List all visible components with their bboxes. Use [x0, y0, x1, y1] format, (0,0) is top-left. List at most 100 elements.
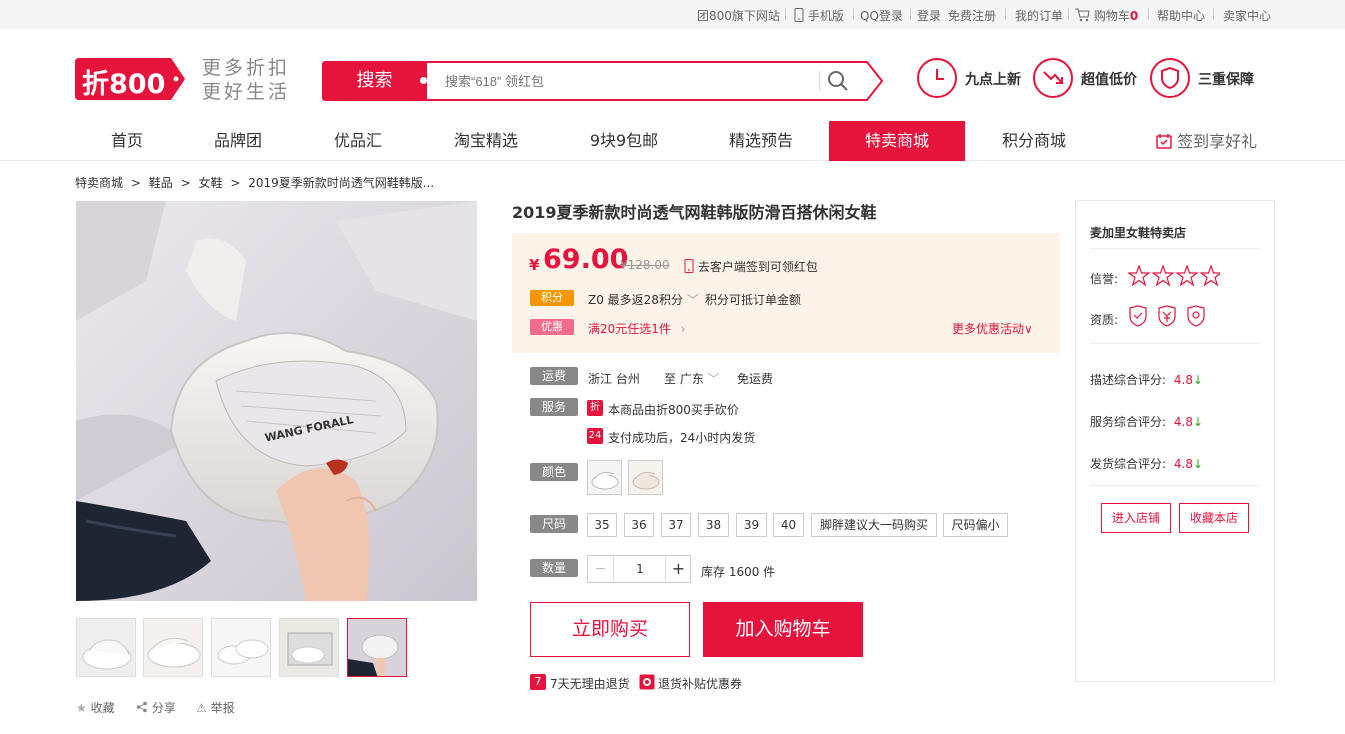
share-button[interactable]: 分享 [136, 699, 176, 716]
help-center-link[interactable]: 帮助中心 [1157, 7, 1205, 24]
phone-icon [794, 8, 804, 22]
mobile-link[interactable]: 手机版 [794, 7, 844, 24]
search-dot [420, 77, 427, 84]
crumb-women-shoes[interactable]: 女鞋 [198, 176, 222, 190]
slogan-line1: 更多折扣 [202, 57, 291, 79]
thumbnail[interactable] [76, 618, 136, 677]
slogan-line2: 更好生活 [202, 81, 291, 103]
chevron-down-icon: ∨ [1024, 322, 1033, 336]
chevron-right-icon: › [680, 322, 686, 336]
enter-shop-button[interactable]: 进入店铺 [1101, 503, 1171, 533]
color-option-beige[interactable] [628, 460, 663, 495]
star-icon: ★ [76, 701, 87, 715]
divider [910, 8, 911, 20]
report-label: 举报 [210, 701, 235, 715]
tuan800-sites-link[interactable]: 团800旗下网站 [697, 7, 780, 24]
rating-row-delivery: 发货综合评分: 4.8↓ [1090, 455, 1203, 472]
nav-brand[interactable]: 品牌团 [200, 121, 276, 161]
main-nav: 首页 品牌团 优品汇 淘宝精选 9块9包邮 精选预告 特卖商城 积分商城 签到享… [0, 121, 1345, 161]
nav-home[interactable]: 首页 [92, 121, 162, 161]
size-option[interactable]: 尺码偏小 [943, 513, 1008, 537]
stock-text: 库存 1600 件 [701, 565, 776, 579]
points-tag: 积分 [530, 290, 574, 306]
size-option[interactable]: 37 [661, 513, 691, 537]
nav-temai[interactable]: 特卖商城 [829, 121, 965, 161]
size-option[interactable]: 40 [773, 513, 804, 537]
qualification-badges-icon [1129, 305, 1205, 327]
divider [785, 8, 786, 20]
thumbnail-selected[interactable] [347, 618, 407, 677]
qty-minus-button[interactable]: − [588, 556, 614, 582]
seller-center-link[interactable]: 卖家中心 [1223, 7, 1271, 24]
size-option[interactable]: 39 [736, 513, 767, 537]
more-discount-label: 更多优惠活动 [952, 322, 1025, 336]
register-link[interactable]: 免费注册 [948, 7, 996, 24]
add-to-cart-button[interactable]: 加入购物车 [703, 602, 863, 657]
quantity-stepper: − 1 + [587, 555, 691, 583]
crumb-shoes[interactable]: 鞋品 [149, 176, 173, 190]
search-icon[interactable] [827, 70, 849, 92]
crumb-sep: > [180, 176, 191, 190]
share-icon [136, 701, 147, 713]
discount-text[interactable]: 满20元任选1件 › [588, 320, 686, 337]
report-button[interactable]: ⚠ 举报 [196, 699, 235, 716]
divider [853, 8, 854, 20]
qualification-label: 资质: [1090, 313, 1119, 327]
crumb-current: 2019夏季新款时尚透气网鞋韩版... [248, 176, 435, 190]
nav-taobao[interactable]: 淘宝精选 [440, 121, 532, 161]
login-link[interactable]: 登录 [917, 7, 941, 24]
qty-input[interactable]: 1 [614, 556, 666, 582]
quantity-label: 数量 [530, 559, 578, 577]
size-option[interactable]: 脚胖建议大一码购买 [811, 513, 937, 537]
thumbnail[interactable] [279, 618, 339, 677]
buy-now-button[interactable]: 立即购买 [530, 602, 690, 657]
shop-panel: 麦加里女鞋特卖店 信誉: 资质: 描述综合评分: 4.8↓ 服务综合评分: 4.… [1075, 200, 1275, 682]
cart-label: 购物车 [1093, 9, 1130, 23]
service-text-1: 本商品由折800买手砍价 [608, 403, 739, 417]
credit-stars-icon [1128, 265, 1220, 287]
color-option-white[interactable] [587, 460, 622, 495]
points-text[interactable]: Z0 最多返28积分 ﹀ [588, 291, 699, 308]
service-label: 三重保障 [1198, 72, 1254, 88]
search-button[interactable]: 搜索 [322, 61, 427, 101]
favorite-button[interactable]: ★ 收藏 [76, 699, 115, 716]
price-box: ¥ 69.00 ¥128.00 去客户端签到可领红包 积分 Z0 最多返28积分… [512, 233, 1060, 353]
slogan: 更多折扣 更好生活 [202, 56, 290, 104]
thumbnail[interactable] [143, 618, 203, 677]
nav-preview[interactable]: 精选预告 [715, 121, 807, 161]
more-discount-link[interactable]: 更多优惠活动∨ [952, 320, 1033, 337]
client-promo[interactable]: 去客户端签到可领红包 [684, 258, 818, 275]
share-label: 分享 [151, 701, 176, 715]
product-main-image[interactable]: WANG FORALL [76, 201, 477, 601]
logo[interactable]: 折800 [75, 58, 185, 100]
crumb-temai[interactable]: 特卖商城 [75, 176, 123, 190]
breadcrumb: 特卖商城 > 鞋品 > 女鞋 > 2019夏季新款时尚透气网鞋韩版... [75, 174, 438, 191]
signin-gift[interactable]: 签到享好礼 [1156, 121, 1257, 161]
cart-link[interactable]: 购物车0 [1074, 7, 1138, 24]
arrow-down-icon: ↓ [1192, 457, 1204, 471]
search-arrow-tail [862, 61, 884, 101]
shop-name[interactable]: 麦加里女鞋特卖店 [1090, 224, 1186, 241]
divider [1068, 8, 1069, 20]
collect-shop-button[interactable]: 收藏本店 [1179, 503, 1249, 533]
mobile-label: 手机版 [807, 9, 844, 23]
ship-to-select[interactable]: 至 广东 ﹀ [664, 370, 720, 387]
my-orders-link[interactable]: 我的订单 [1015, 7, 1063, 24]
size-option[interactable]: 35 [587, 513, 617, 537]
size-option[interactable]: 38 [698, 513, 729, 537]
product-title: 2019夏季新款时尚透气网鞋韩版防滑百搭休闲女鞋 [512, 203, 877, 222]
color-label: 颜色 [530, 463, 578, 481]
cart-count: 0 [1129, 9, 1139, 23]
calendar-icon [1156, 134, 1172, 149]
qq-login-link[interactable]: QQ登录 [860, 7, 903, 24]
thumbnail[interactable] [211, 618, 271, 677]
nav-9kuai9[interactable]: 9块9包邮 [578, 121, 670, 161]
nav-youpinhui[interactable]: 优品汇 [320, 121, 396, 161]
qty-plus-button[interactable]: + [665, 556, 691, 582]
search-bar: 搜索 [322, 61, 884, 101]
search-input[interactable] [427, 61, 867, 101]
size-label: 尺码 [530, 515, 578, 533]
service-label: 服务 [530, 398, 578, 416]
nav-points[interactable]: 积分商城 [990, 121, 1078, 161]
size-option[interactable]: 36 [624, 513, 654, 537]
